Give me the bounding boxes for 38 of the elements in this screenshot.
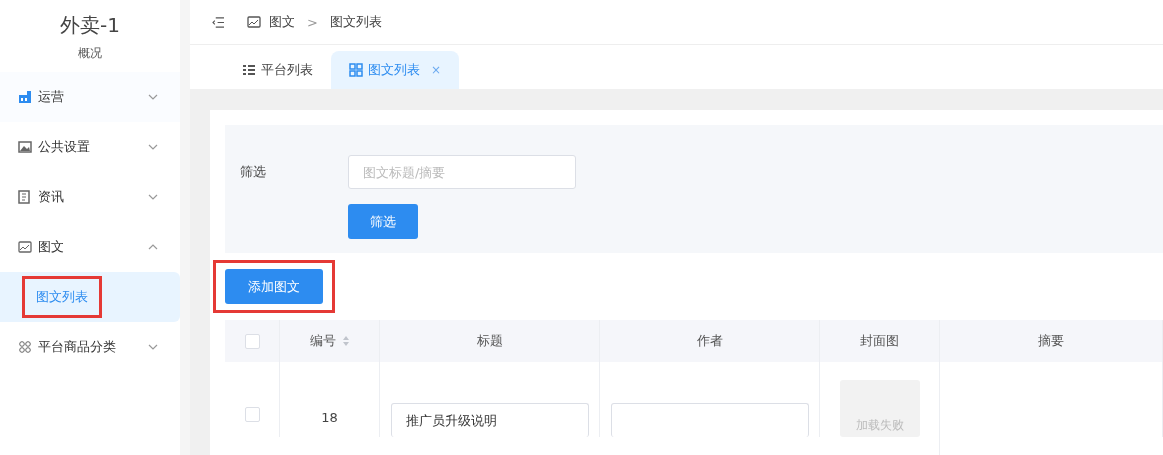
column-title: 摘要 [1038, 332, 1064, 350]
collapse-menu-icon[interactable] [212, 16, 225, 28]
row-checkbox[interactable] [244, 407, 260, 422]
breadcrumb-item[interactable]: 图文 [269, 13, 295, 31]
chevron-down-icon [148, 194, 158, 200]
image-icon [18, 140, 32, 154]
menu-item[interactable]: 公共设置 [0, 122, 180, 172]
menu-item[interactable]: 平台商品分类 [0, 322, 180, 372]
squares-icon [349, 63, 363, 77]
picture-icon [18, 240, 32, 254]
column-title: 标题 [476, 332, 503, 350]
menu-item[interactable]: 图文 [0, 222, 180, 272]
list-icon [242, 63, 256, 77]
column-title: 封面图 [860, 332, 899, 350]
select-all-checkbox[interactable] [244, 333, 260, 349]
table-cell-text: 18 [321, 410, 338, 427]
title-field[interactable]: 推广员升级说明 [390, 403, 589, 437]
filter-label: 筛选 [240, 163, 267, 181]
menu-item[interactable]: 运营 [0, 72, 180, 122]
menu-item[interactable]: 资讯 [0, 172, 180, 222]
breadcrumb-separator: > [307, 14, 318, 30]
bar-chart-icon [18, 90, 32, 104]
author-field[interactable] [610, 403, 809, 437]
chevron-down-icon [148, 94, 158, 100]
app-title: 外卖-1 [60, 12, 120, 39]
document-icon [18, 190, 32, 204]
grid-icon [18, 340, 32, 354]
sort-icon[interactable] [341, 335, 350, 347]
chevron-down-icon [148, 344, 158, 350]
breadcrumb-item: 图文列表 [329, 13, 382, 31]
picture-icon [247, 15, 261, 29]
chevron-down-icon [148, 144, 158, 150]
overview-link[interactable]: 概况 [78, 45, 102, 62]
search-field[interactable]: 图文标题/摘要 [348, 155, 576, 189]
chevron-up-icon [148, 244, 158, 250]
tab[interactable]: 平台列表 [224, 51, 331, 89]
column-title: 编号 [309, 332, 336, 350]
column-title: 作者 [696, 332, 723, 350]
